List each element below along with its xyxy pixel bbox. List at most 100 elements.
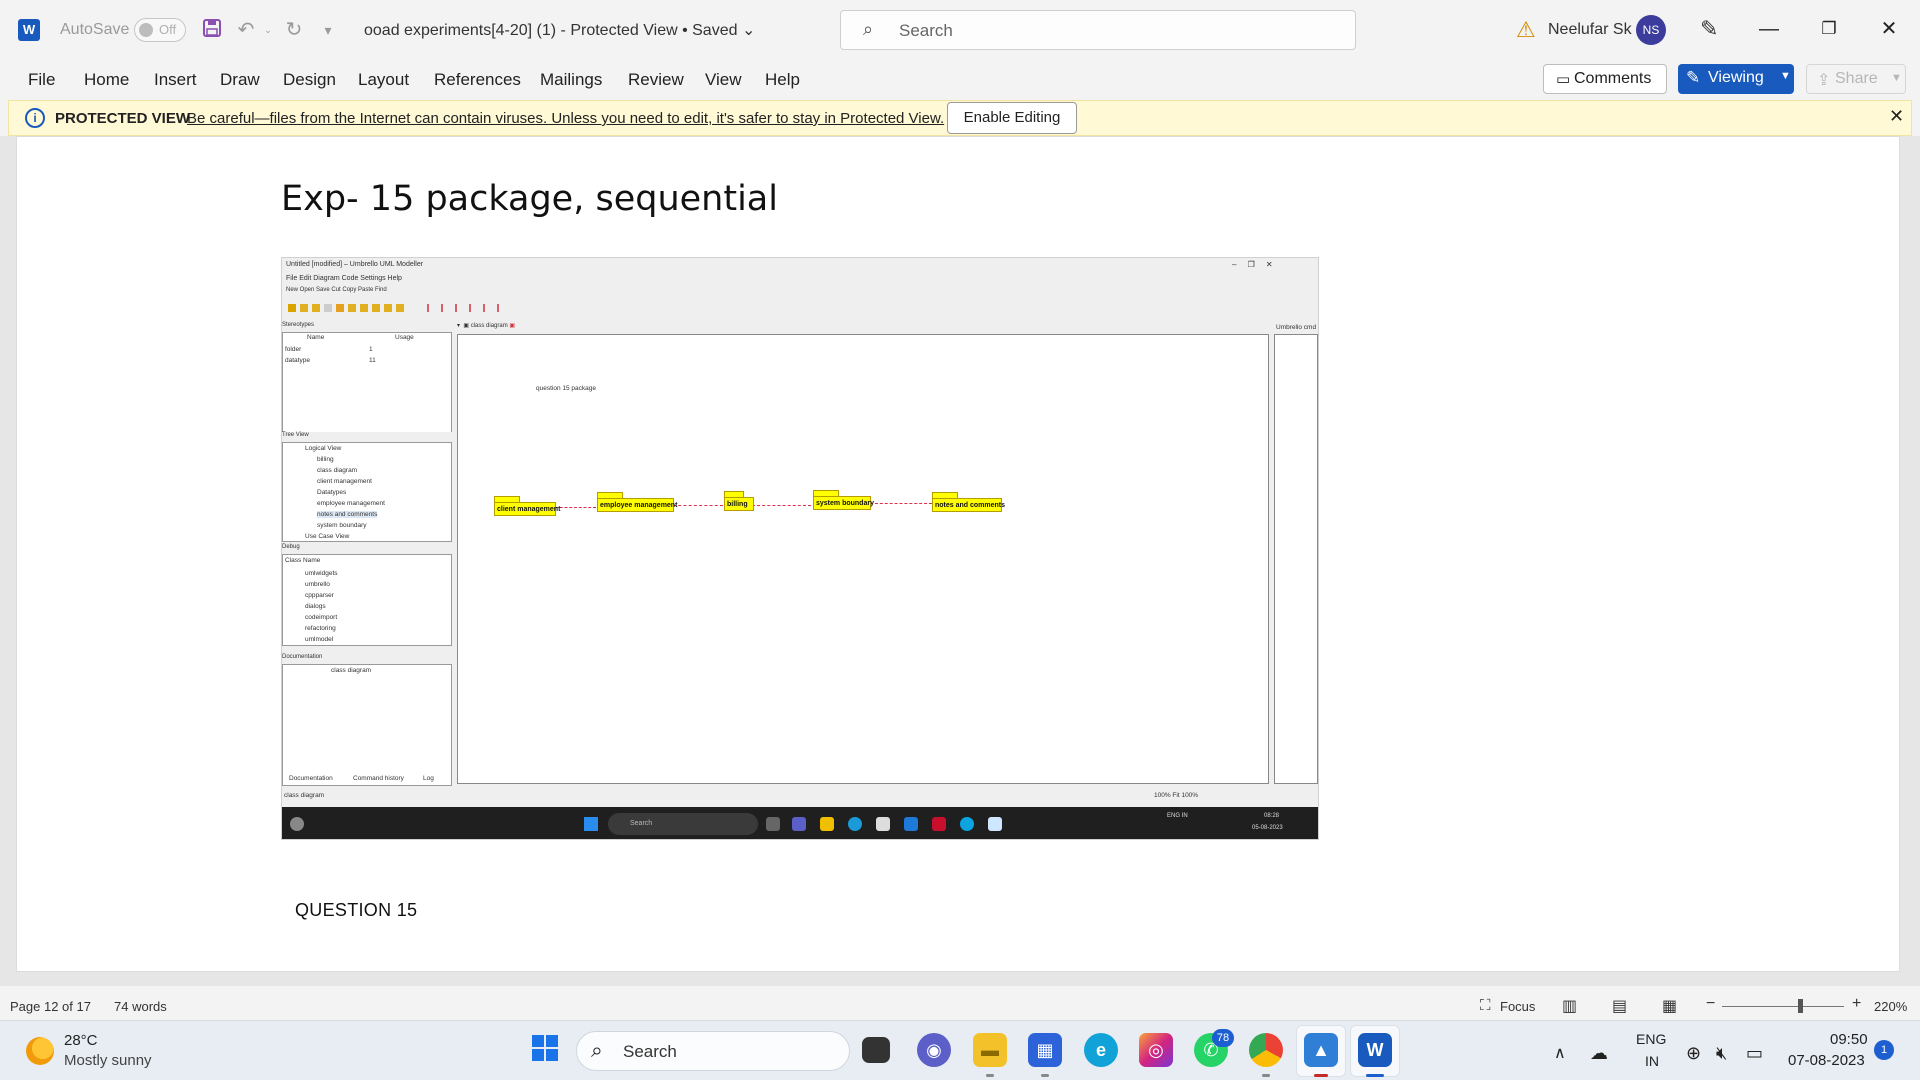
focus-icon[interactable]: ⛶: [1480, 997, 1491, 1014]
umbrello-status-bar: class diagram 100% Fit 100%: [282, 790, 1318, 802]
clock-date[interactable]: 07-08-2023: [1788, 1052, 1865, 1069]
inner-time: 08:28: [1264, 813, 1280, 819]
app-icon: [988, 817, 1002, 831]
weather-description[interactable]: Mostly sunny: [64, 1052, 152, 1069]
notification-badge[interactable]: 1: [1874, 1040, 1894, 1060]
restore-icon[interactable]: ❐: [1814, 14, 1844, 44]
diagram-canvas: question 15 package client management em…: [457, 334, 1269, 784]
zoom-out-icon[interactable]: −: [1706, 995, 1715, 1013]
word-count[interactable]: 74 words: [114, 999, 167, 1014]
zoom-slider[interactable]: [1722, 1006, 1844, 1007]
minimize-icon[interactable]: —: [1754, 14, 1784, 44]
status-zoom: 100% Fit 100%: [1154, 792, 1199, 799]
share-icon: ⇪: [1817, 72, 1831, 89]
window-controls-icon: – ❐ ✕: [1232, 260, 1273, 269]
document-page[interactable]: Exp- 15 package, sequential Untitled [mo…: [16, 136, 1900, 972]
instagram-icon[interactable]: ◎: [1139, 1033, 1173, 1067]
volume-muted-icon[interactable]: 🔇︎: [1716, 1043, 1727, 1064]
dependency-arrow: [870, 503, 932, 504]
edge-icon: [848, 817, 862, 831]
whatsapp-badge: 78: [1212, 1029, 1234, 1047]
edge-icon[interactable]: e: [1084, 1033, 1118, 1067]
tab-layout[interactable]: Layout: [358, 70, 409, 90]
close-icon[interactable]: ✕: [1889, 106, 1904, 127]
debug-panel-title: Debug: [282, 544, 452, 554]
zoom-slider-thumb[interactable]: [1798, 999, 1803, 1013]
tab-view[interactable]: View: [705, 70, 742, 90]
package-client-management: client management: [494, 502, 560, 516]
task-view-icon[interactable]: [862, 1037, 890, 1063]
photos-icon[interactable]: ▲: [1304, 1033, 1338, 1067]
chrome-icon[interactable]: [1249, 1033, 1283, 1067]
onedrive-icon[interactable]: ☁: [1590, 1043, 1608, 1064]
avatar[interactable]: NS: [1636, 15, 1666, 45]
umbrello-toolbar: New Open Save Cut Copy Paste Find: [286, 287, 387, 293]
search-input[interactable]: ⌕ Search: [840, 10, 1356, 50]
tab-help[interactable]: Help: [765, 70, 800, 90]
focus-label[interactable]: Focus: [1500, 999, 1535, 1014]
status-left: class diagram: [284, 792, 325, 799]
tree-item: client management: [317, 478, 372, 485]
viewing-mode-button[interactable]: ✎ Viewing ▼: [1678, 64, 1794, 94]
tab-mailings[interactable]: Mailings: [540, 70, 602, 90]
warning-icon[interactable]: ⚠: [1516, 17, 1536, 43]
page-count[interactable]: Page 12 of 17: [10, 999, 91, 1014]
tree-view-title: Tree View: [282, 432, 452, 442]
clock-time[interactable]: 09:50: [1830, 1031, 1868, 1048]
weather-sun-icon[interactable]: [26, 1037, 54, 1065]
pen-icon: ✎: [1686, 68, 1701, 87]
undo-icon[interactable]: ↶: [234, 18, 258, 42]
running-indicator: [1366, 1074, 1384, 1077]
share-button[interactable]: ⇪ Share ▼: [1806, 64, 1906, 94]
store-icon[interactable]: ▦: [1028, 1033, 1062, 1067]
question-caption: QUESTION 15: [295, 900, 418, 920]
word-icon[interactable]: W: [1358, 1033, 1392, 1067]
undo-dropdown-icon[interactable]: ⌄: [256, 18, 280, 42]
tab-review[interactable]: Review: [628, 70, 684, 90]
save-icon[interactable]: [200, 18, 224, 42]
read-mode-icon[interactable]: ▥: [1562, 996, 1577, 1016]
embedded-screenshot[interactable]: Untitled [modified] – Umbrello UML Model…: [281, 257, 1319, 840]
user-name[interactable]: Neelufar Sk: [1548, 21, 1632, 39]
close-icon[interactable]: ✕: [1874, 14, 1904, 44]
comments-button[interactable]: ▭ Comments: [1543, 64, 1667, 94]
language-line2[interactable]: IN: [1645, 1053, 1659, 1069]
tab-references[interactable]: References: [434, 70, 521, 90]
chevron-up-icon[interactable]: ∧: [1554, 1043, 1566, 1063]
zoom-level[interactable]: 220%: [1874, 999, 1907, 1014]
protected-view-message[interactable]: Be careful—files from the Internet can c…: [187, 110, 944, 127]
tab-insert[interactable]: Insert: [154, 70, 197, 90]
autosave-toggle[interactable]: Off: [134, 18, 186, 42]
inner-taskbar: Search ENG IN 08:28 05-08-2023: [282, 807, 1318, 839]
file-explorer-icon[interactable]: ▬: [973, 1033, 1007, 1067]
print-layout-icon[interactable]: ▤: [1612, 996, 1627, 1016]
redo-icon[interactable]: ↻: [282, 18, 306, 42]
title-bar: W AutoSave Off ↶ ⌄ ↻ ▾ ooad experiments[…: [0, 0, 1920, 60]
debug-item: codeimport: [305, 614, 338, 621]
battery-icon[interactable]: ▭: [1746, 1043, 1763, 1064]
teams-chat-icon[interactable]: ◉: [917, 1033, 951, 1067]
language-line1[interactable]: ENG: [1636, 1031, 1666, 1047]
table-cell: 11: [369, 357, 376, 364]
document-canvas[interactable]: Exp- 15 package, sequential Untitled [mo…: [0, 136, 1920, 986]
tab-home[interactable]: Home: [84, 70, 129, 90]
inner-search: Search: [608, 813, 758, 835]
package-system-boundary: system boundary: [813, 496, 874, 510]
tab-draw[interactable]: Draw: [220, 70, 260, 90]
customize-toolbar-icon[interactable]: ▾: [316, 18, 340, 42]
enable-editing-button[interactable]: Enable Editing: [947, 102, 1077, 134]
tab-design[interactable]: Design: [283, 70, 336, 90]
right-panel-title: Umbrello cmd: [1276, 324, 1317, 331]
start-icon[interactable]: [528, 1033, 562, 1067]
network-icon[interactable]: ⊕: [1686, 1043, 1701, 1064]
column-header: Class Name: [285, 557, 321, 564]
document-title[interactable]: ooad experiments[4-20] (1) - Protected V…: [364, 20, 755, 40]
designer-pen-icon[interactable]: ✎: [1700, 16, 1718, 42]
weather-temperature[interactable]: 28°C: [64, 1032, 98, 1049]
tree-item: class diagram: [317, 467, 358, 474]
autosave-label: AutoSave: [60, 21, 130, 38]
tab-file[interactable]: File: [28, 70, 55, 90]
web-layout-icon[interactable]: ▦: [1662, 996, 1677, 1016]
taskbar-search[interactable]: ⌕ Search: [576, 1031, 850, 1071]
zoom-in-icon[interactable]: +: [1852, 995, 1861, 1013]
